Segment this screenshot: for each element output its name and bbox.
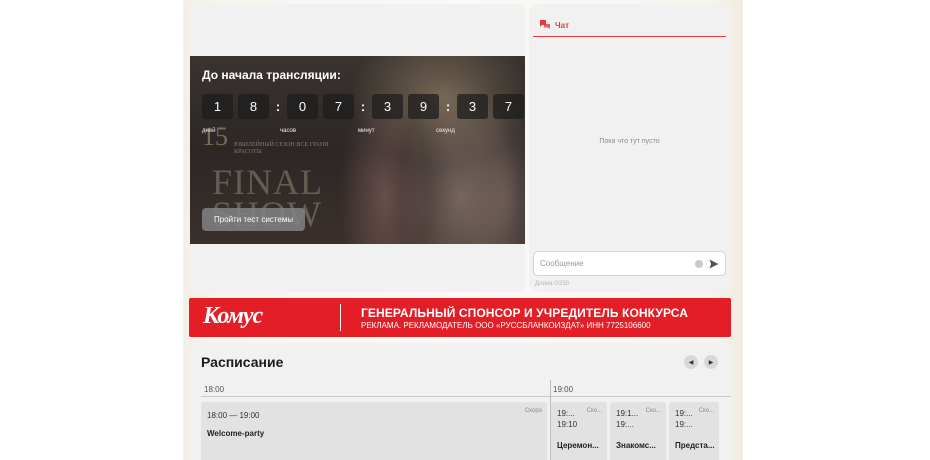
banner-title: ГЕНЕРАЛЬНЫЙ СПОНСОР И УЧРЕДИТЕЛЬ КОНКУРС… bbox=[361, 306, 688, 320]
schedule-event[interactable]: 18:00 — 19:00 Скоро Welcome-party bbox=[201, 402, 547, 460]
event-status: Скоро bbox=[524, 408, 542, 414]
countdown-digit: 3 bbox=[372, 94, 403, 119]
countdown-digit: 7 bbox=[323, 94, 354, 119]
countdown-digit: 7 bbox=[493, 94, 524, 119]
event-name: Предста... bbox=[675, 441, 715, 450]
timeline-axis bbox=[201, 396, 731, 397]
schedule-event[interactable]: 19:... 19:10 Ско... Церемон... bbox=[551, 402, 607, 460]
message-input[interactable] bbox=[540, 259, 695, 268]
event-time: 19:... 19:... bbox=[675, 409, 693, 429]
event-time: 19:1... 19:... bbox=[616, 409, 639, 429]
chat-empty-message: Пока что тут пусто bbox=[599, 138, 660, 145]
video-player[interactable]: 15 ЮБИЛЕЙНЫЙ СЕЗОН ВСЕ ГРАНИ КРАСОТЫ FIN… bbox=[190, 56, 525, 244]
event-name: Церемон... bbox=[557, 441, 599, 450]
unit-seconds: секунд bbox=[436, 128, 455, 134]
countdown-separator: : bbox=[360, 99, 366, 114]
arrow-left-icon: ◀ bbox=[688, 359, 694, 366]
event-time: 19:... 19:10 bbox=[557, 409, 578, 429]
countdown-separator: : bbox=[445, 99, 451, 114]
countdown-digit: 1 bbox=[202, 94, 233, 119]
message-box bbox=[533, 251, 726, 276]
send-icon[interactable] bbox=[709, 259, 719, 269]
countdown-units: дней часов минут секунд bbox=[202, 128, 502, 138]
sponsor-banner[interactable]: Комус ГЕНЕРАЛЬНЫЙ СПОНСОР И УЧРЕДИТЕЛЬ К… bbox=[189, 298, 731, 337]
schedule-panel: Расписание ◀ ▶ 18:00 19:00 18:00 — 19:00… bbox=[189, 343, 731, 460]
schedule-title: Расписание bbox=[201, 354, 284, 370]
sponsor-logo: Комус bbox=[203, 303, 263, 329]
event-status: Ско... bbox=[586, 408, 602, 414]
unit-hours: часов bbox=[280, 128, 297, 134]
unit-days: дней bbox=[202, 128, 216, 134]
event-name: Welcome-party bbox=[207, 429, 265, 438]
arrow-right-icon: ▶ bbox=[708, 359, 714, 366]
emoji-icon[interactable] bbox=[695, 259, 703, 268]
chat-icon bbox=[540, 20, 550, 29]
poster-caption: ЮБИЛЕЙНЫЙ СЕЗОН ВСЕ ГРАНИ КРАСОТЫ bbox=[234, 142, 329, 155]
countdown-digits: 1 8 : 0 7 : 3 9 : 3 7 bbox=[202, 94, 524, 119]
banner-disclaimer: РЕКЛАМА. РЕКЛАМОДАТЕЛЬ ООО «РУССБЛАНКОИЗ… bbox=[361, 321, 651, 330]
countdown-title: До начала трансляции: bbox=[202, 68, 341, 82]
event-status: Ско... bbox=[645, 408, 661, 414]
countdown-digit: 3 bbox=[457, 94, 488, 119]
timeline-hour: 18:00 bbox=[204, 385, 225, 394]
countdown-digit: 8 bbox=[238, 94, 269, 119]
event-time: 18:00 — 19:00 bbox=[207, 411, 260, 420]
schedule-next-button[interactable]: ▶ bbox=[704, 355, 718, 369]
schedule-event[interactable]: 19:... 19:... Ско... Предста... bbox=[669, 402, 719, 460]
unit-minutes: минут bbox=[358, 128, 375, 134]
banner-divider bbox=[340, 304, 341, 331]
tab-chat-label: Чат bbox=[555, 20, 569, 30]
countdown-separator: : bbox=[275, 99, 281, 114]
message-length-counter: Длина 0/250 bbox=[535, 281, 570, 287]
countdown-digit: 9 bbox=[408, 94, 439, 119]
timeline-hour: 19:00 bbox=[553, 385, 574, 394]
system-test-button[interactable]: Пройти тест системы bbox=[202, 208, 305, 231]
chat-panel: Чат Пока что тут пусто Длина 0/250 bbox=[529, 4, 730, 292]
schedule-prev-button[interactable]: ◀ bbox=[684, 355, 698, 369]
countdown-digit: 0 bbox=[287, 94, 318, 119]
schedule-event[interactable]: 19:1... 19:... Ско... Знакомс... bbox=[610, 402, 666, 460]
event-name: Знакомс... bbox=[616, 441, 656, 450]
event-status: Ско... bbox=[698, 408, 714, 414]
tab-chat[interactable]: Чат bbox=[533, 14, 726, 37]
